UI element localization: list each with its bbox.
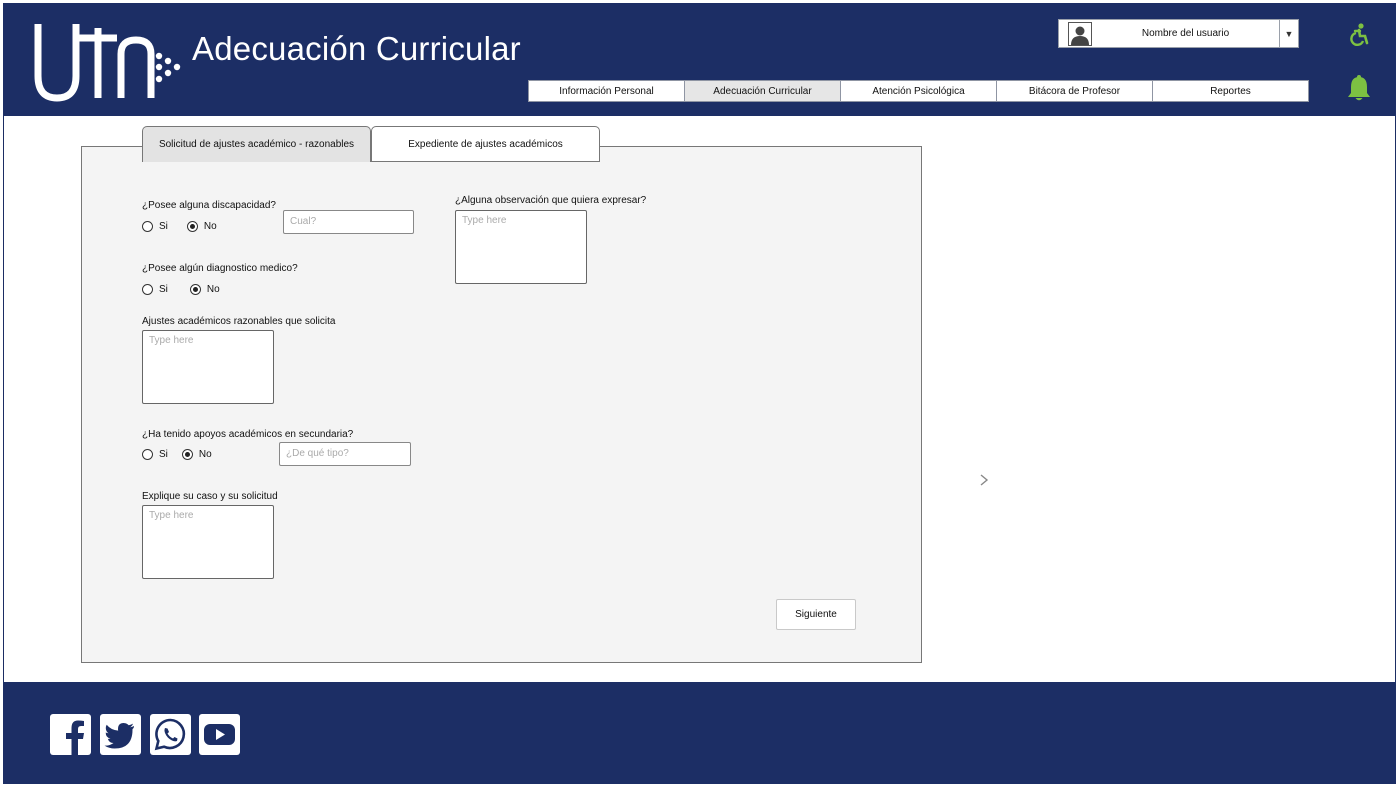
next-button[interactable]: Siguiente xyxy=(776,599,856,630)
radio-label-si: Si xyxy=(159,284,168,295)
utn-logo xyxy=(34,24,181,102)
tipo-input[interactable]: ¿De qué tipo? xyxy=(279,442,411,466)
label-ajustes: Ajustes académicos razonables que solici… xyxy=(142,316,336,327)
radio-label-no: No xyxy=(203,221,217,232)
cual-input[interactable]: Cual? xyxy=(283,210,414,234)
bell-icon[interactable] xyxy=(1346,74,1372,102)
radio-apoyos-no[interactable] xyxy=(181,449,193,460)
label-observacion: ¿Alguna observación que quiera expresar? xyxy=(455,195,647,206)
youtube-icon[interactable] xyxy=(199,714,240,755)
tab-expediente-ajustes[interactable]: Expediente de ajustes académicos xyxy=(371,126,600,162)
observacion-textarea[interactable]: Type here xyxy=(455,210,587,284)
radio-group-apoyos: Si No xyxy=(142,449,212,460)
label-apoyos: ¿Ha tenido apoyos académicos en secundar… xyxy=(142,429,354,440)
radio-label-si: Si xyxy=(159,449,168,460)
user-avatar-icon xyxy=(1068,21,1092,46)
nav-tab-informacion-personal[interactable]: Información Personal xyxy=(528,80,685,102)
tab-solicitud-ajustes[interactable]: Solicitud de ajustes académico - razonab… xyxy=(142,126,371,162)
whatsapp-icon[interactable] xyxy=(150,714,191,755)
radio-discapacidad-no[interactable] xyxy=(186,221,198,232)
nav-tab-bitacora-profesor[interactable]: Bitácora de Profesor xyxy=(996,80,1153,102)
twitter-icon[interactable] xyxy=(100,714,141,755)
radio-group-diagnostico: Si No xyxy=(142,284,220,295)
chevron-down-icon[interactable]: ▼ xyxy=(1279,20,1298,47)
accessibility-icon[interactable] xyxy=(1346,22,1372,48)
radio-label-si: Si xyxy=(159,221,168,232)
user-dropdown[interactable]: Nombre del usuario ▼ xyxy=(1058,19,1299,48)
page-title: Adecuación Curricular xyxy=(192,30,521,67)
radio-diagnostico-no[interactable] xyxy=(189,284,201,295)
label-discapacidad: ¿Posee alguna discapacidad? xyxy=(142,200,276,211)
radio-label-no: No xyxy=(206,284,220,295)
user-name: Nombre del usuario xyxy=(1141,28,1230,39)
facebook-icon[interactable] xyxy=(50,714,91,755)
label-diagnostico: ¿Posee algún diagnostico medico? xyxy=(142,263,298,274)
ajustes-textarea[interactable]: Type here xyxy=(142,330,274,404)
radio-diagnostico-si[interactable] xyxy=(142,284,153,295)
main-nav: Información Personal Adecuación Curricul… xyxy=(528,80,1309,102)
chevron-right-icon[interactable] xyxy=(978,472,990,488)
nav-tab-reportes[interactable]: Reportes xyxy=(1152,80,1309,102)
nav-tab-adecuacion-curricular[interactable]: Adecuación Curricular xyxy=(684,80,841,102)
radio-apoyos-si[interactable] xyxy=(142,449,153,460)
explique-textarea[interactable]: Type here xyxy=(142,505,274,579)
nav-tab-atencion-psicologica[interactable]: Atención Psicológica xyxy=(840,80,997,102)
radio-discapacidad-si[interactable] xyxy=(142,221,153,232)
radio-group-discapacidad: Si No xyxy=(142,221,217,232)
label-explique: Explique su caso y su solicitud xyxy=(142,491,278,502)
radio-label-no: No xyxy=(198,449,212,460)
